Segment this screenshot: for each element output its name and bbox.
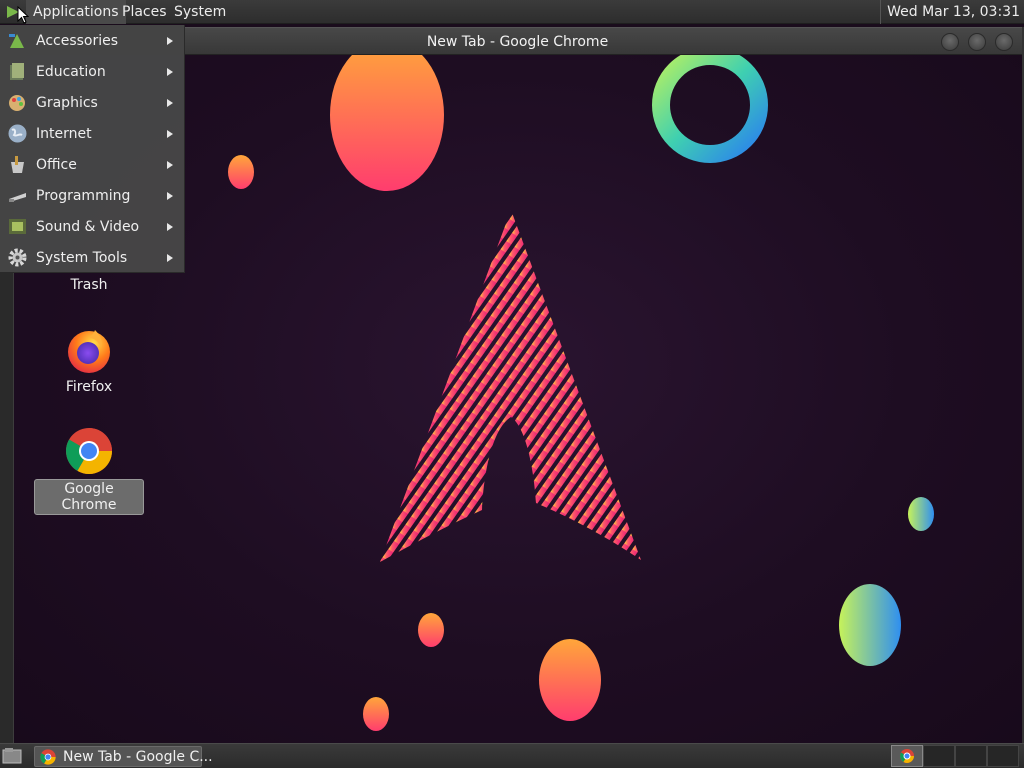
workspace-1[interactable] — [891, 745, 923, 767]
mouse-cursor-icon — [17, 6, 29, 24]
taskbar-item-chrome[interactable]: New Tab - Google C... — [34, 746, 213, 767]
close-button[interactable] — [995, 33, 1013, 51]
minimize-button[interactable] — [941, 33, 959, 51]
sound-video-icon — [9, 219, 26, 234]
workspace-2[interactable] — [923, 745, 955, 767]
education-icon — [10, 63, 24, 80]
show-desktop-icon[interactable] — [2, 747, 22, 765]
menu-item-programming[interactable]: Programming — [0, 180, 185, 211]
desktop-icon-firefox[interactable]: Firefox — [34, 326, 144, 396]
wallpaper-ring — [652, 55, 768, 163]
desktop-icon-google-chrome[interactable]: Google Chrome — [34, 427, 144, 515]
window-left-edge — [0, 272, 14, 743]
bottom-panel: New Tab - Google C... — [0, 743, 1024, 768]
trash-label: Trash — [70, 277, 108, 293]
clock[interactable]: Wed Mar 13, 03:31 — [880, 0, 1020, 24]
places-menu-button[interactable]: Places — [115, 0, 174, 24]
wallpaper-bubble — [839, 584, 901, 666]
wallpaper-bubble — [418, 613, 444, 647]
submenu-arrow-icon — [167, 191, 173, 200]
applications-menu-button[interactable]: Applications — [26, 0, 126, 24]
programming-icon — [9, 193, 26, 202]
chrome-window-titlebar[interactable]: New Tab - Google Chrome — [185, 27, 1022, 55]
internet-globe-icon — [8, 124, 27, 143]
menu-item-graphics[interactable]: Graphics — [0, 87, 185, 118]
submenu-arrow-icon — [167, 36, 173, 45]
maximize-button[interactable] — [968, 33, 986, 51]
menu-item-accessories[interactable]: Accessories — [0, 25, 185, 56]
submenu-arrow-icon — [167, 129, 173, 138]
arch-logo — [380, 210, 641, 562]
firefox-icon — [68, 330, 110, 373]
submenu-arrow-icon — [167, 67, 173, 76]
submenu-arrow-icon — [167, 253, 173, 262]
wallpaper-bubble — [363, 697, 389, 731]
taskbar-item-label: New Tab - Google C... — [63, 749, 213, 765]
wallpaper-bubble — [908, 497, 934, 531]
menu-item-sound-video[interactable]: Sound & Video — [0, 211, 185, 242]
menu-item-office[interactable]: Office — [0, 149, 185, 180]
top-panel: Applications Places System Wed Mar 13, 0… — [0, 0, 1024, 24]
menu-item-system-tools[interactable]: System Tools — [0, 242, 185, 273]
window-title: New Tab - Google Chrome — [426, 34, 609, 50]
chrome-icon — [66, 428, 112, 474]
wallpaper-bubble — [228, 155, 254, 189]
accessories-icon — [9, 34, 24, 48]
chrome-icon — [40, 749, 56, 765]
firefox-label: Firefox — [65, 379, 113, 395]
submenu-arrow-icon — [167, 98, 173, 107]
workspace-3[interactable] — [955, 745, 987, 767]
google-chrome-label: Google Chrome — [34, 479, 144, 515]
wallpaper-bubble — [330, 55, 444, 191]
graphics-icon — [9, 95, 25, 111]
gear-icon — [8, 248, 27, 267]
submenu-arrow-icon — [167, 222, 173, 231]
workspace-4[interactable] — [987, 745, 1019, 767]
wallpaper-bubble — [539, 639, 601, 721]
chrome-icon — [900, 749, 914, 763]
submenu-arrow-icon — [167, 160, 173, 169]
menu-item-internet[interactable]: Internet — [0, 118, 185, 149]
applications-menu: Accessories Education Graphics Internet … — [0, 25, 185, 273]
workspace-switcher[interactable] — [891, 745, 1022, 767]
office-icon — [11, 156, 24, 173]
menu-item-education[interactable]: Education — [0, 56, 185, 87]
desktop-icon-trash[interactable]: Trash — [34, 276, 144, 294]
system-menu-button[interactable]: System — [167, 0, 233, 24]
